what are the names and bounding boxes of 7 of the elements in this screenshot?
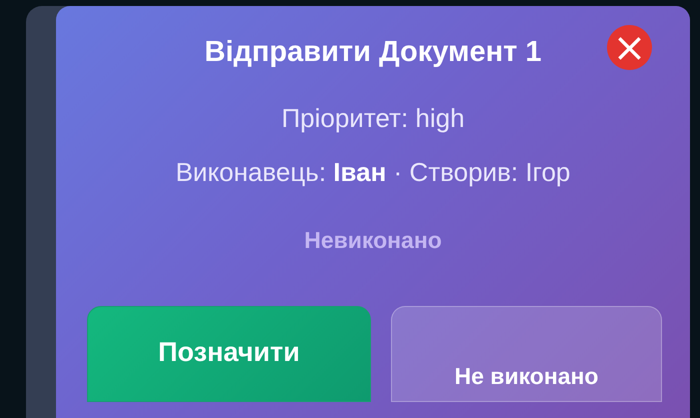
priority-text: Пріоритет: high bbox=[281, 102, 465, 134]
mark-done-button[interactable]: Позначити bbox=[87, 306, 371, 402]
not-done-button[interactable]: Не виконано bbox=[391, 306, 662, 402]
task-title: Відправити Документ 1 bbox=[204, 35, 542, 70]
status-text: Невиконано bbox=[304, 226, 442, 255]
assignee-creator-text: Виконавець: Іван · Створив: Ігор bbox=[176, 156, 570, 188]
close-button[interactable]: × bbox=[607, 25, 652, 70]
